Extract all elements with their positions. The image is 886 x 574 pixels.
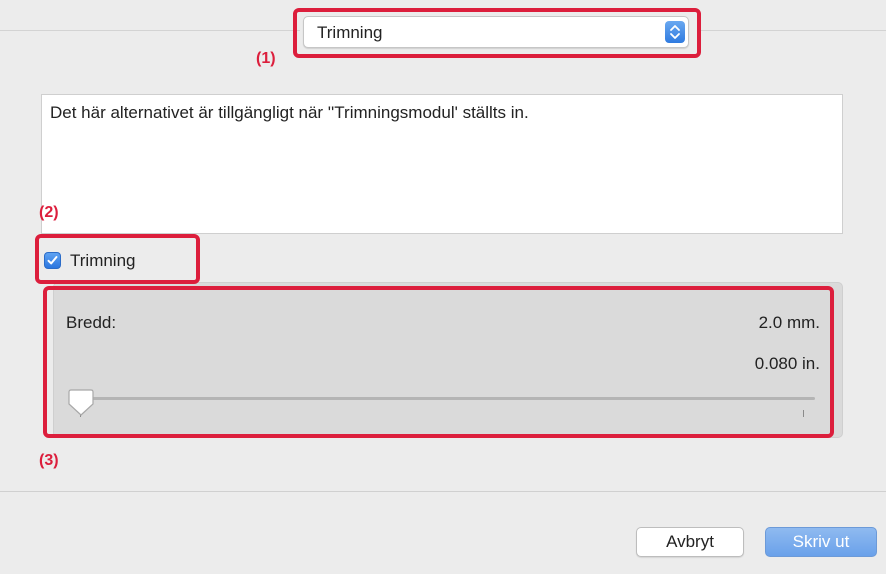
cancel-button[interactable]: Avbryt bbox=[636, 527, 744, 557]
annotation-label-1: (1) bbox=[256, 50, 276, 67]
annotation-label-3: (3) bbox=[39, 452, 59, 469]
separator-top-left bbox=[0, 30, 300, 31]
print-button[interactable]: Skriv ut bbox=[765, 527, 877, 557]
description-text: Det här alternativet är tillgängligt när… bbox=[50, 103, 529, 122]
annotation-box-3 bbox=[43, 286, 834, 438]
separator-bottom bbox=[0, 491, 886, 492]
annotation-box-1 bbox=[293, 8, 701, 58]
annotation-label-2: (2) bbox=[39, 204, 59, 221]
description-box: Det här alternativet är tillgängligt när… bbox=[41, 94, 843, 234]
separator-top-right bbox=[700, 30, 886, 31]
annotation-box-2 bbox=[35, 234, 200, 284]
